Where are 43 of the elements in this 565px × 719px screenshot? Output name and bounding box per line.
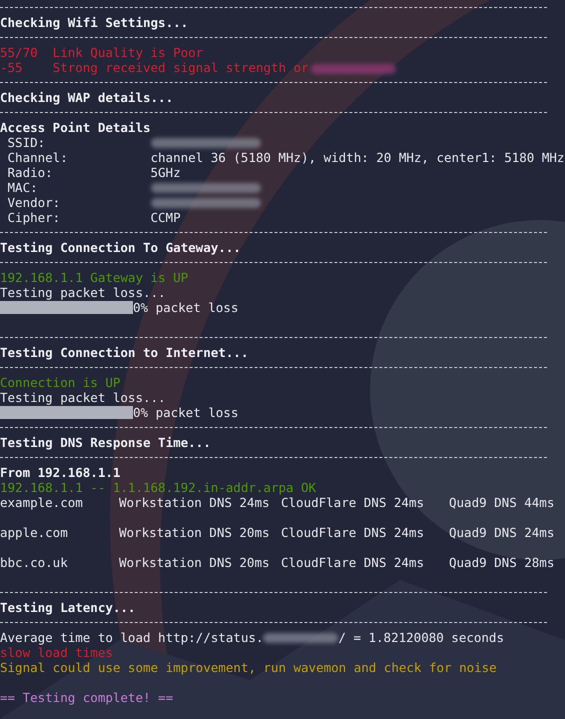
output-line: 55/70 Link Quality is Poor [0, 45, 204, 60]
dns-time: Quad9 DNS 28ms [449, 555, 554, 570]
output-line: Testing packet loss... [0, 285, 166, 300]
progress-reading: 0% packet loss [133, 405, 238, 420]
output-line: 192.168.1.1 Gateway is UP [0, 270, 188, 285]
output-line: Testing packet loss... [0, 390, 166, 405]
dns-time: CloudFlare DNS 24ms [281, 525, 425, 540]
field-label: MAC: [6, 180, 39, 195]
dns-host: apple.com [0, 525, 69, 540]
field-value: CCMP [150, 210, 181, 225]
dns-host: example.com [0, 495, 84, 510]
output-line: Connection is UP [0, 375, 120, 390]
output-line: 192.168.1.1 -- 1.1.168.192.in-addr.arpa OK [0, 480, 316, 495]
output-line: == Testing complete! == [0, 690, 174, 705]
dns-time: Workstation DNS 24ms [119, 495, 271, 510]
field-label: Channel: [6, 150, 69, 165]
section-heading: Access Point Details [0, 120, 151, 135]
dns-time: Quad9 DNS 44ms [449, 495, 554, 510]
dns-time: CloudFlare DNS 24ms [281, 495, 425, 510]
dns-host: bbc.co.uk [0, 555, 69, 570]
section-heading: Testing Latency... [0, 600, 136, 615]
latency-text: / = 1.82120080 seconds [338, 630, 504, 645]
field-label: Radio: [6, 165, 54, 180]
dns-time: Workstation DNS 20ms [119, 555, 271, 570]
section-heading: Checking WAP details... [0, 90, 174, 105]
dns-time: Quad9 DNS 24ms [449, 525, 554, 540]
field-label: Vendor: [6, 195, 62, 210]
dns-time: Workstation DNS 20ms [119, 525, 271, 540]
section-heading: From 192.168.1.1 [0, 465, 120, 480]
output-line: slow load times [0, 645, 113, 660]
field-value: channel 36 (5180 MHz), width: 20 MHz, center1: 5180 MHz [150, 150, 564, 165]
field-label: SSID: [6, 135, 46, 150]
section-heading: Testing DNS Response Time... [0, 435, 211, 450]
field-value: 5GHz [150, 165, 181, 180]
dns-time: CloudFlare DNS 24ms [281, 555, 425, 570]
field-label: Cipher: [6, 210, 62, 225]
progress-reading: 0% packet loss [133, 300, 238, 315]
section-heading: Testing Connection To Gateway... [0, 240, 241, 255]
section-heading: Testing Connection to Internet... [0, 345, 248, 360]
output-line: -55 Strong received signal strength or [0, 60, 309, 75]
latency-text: Average time to load http://status. [0, 630, 264, 645]
output-line: Signal could use some improvement, run wavemon and check for noise [0, 660, 497, 675]
section-heading: Checking Wifi Settings... [0, 15, 188, 30]
